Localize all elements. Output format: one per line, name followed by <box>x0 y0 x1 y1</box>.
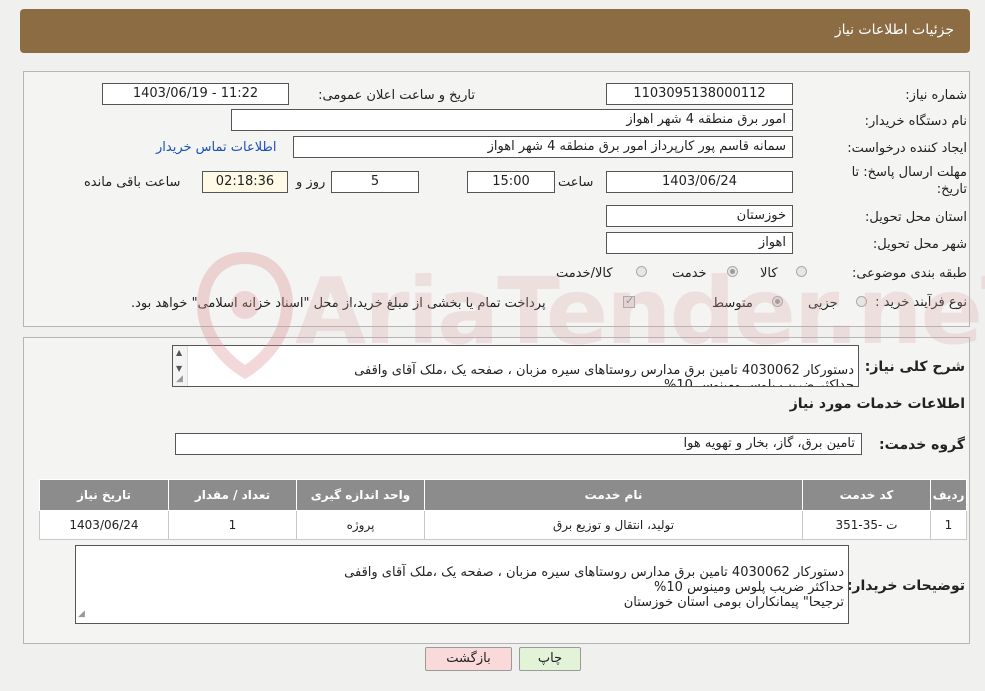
deadline-label-line2: تاریخ: <box>936 182 967 197</box>
page-title: جزئیات اطلاعات نیاز <box>834 22 954 38</box>
print-button[interactable]: چاپ <box>519 647 581 671</box>
buyer-contact-link[interactable]: اطلاعات تماس خریدار <box>156 140 276 155</box>
cell-unit: پروژه <box>296 510 425 540</box>
scroll-down-icon[interactable]: ▼ <box>176 364 182 373</box>
announce-date-field: 1403/06/19 - 11:22 <box>102 83 289 105</box>
service-group-label: گروه خدمت: <box>879 437 965 453</box>
creator-label: ایجاد کننده درخواست: <box>847 141 967 156</box>
city-label: شهر محل تحویل: <box>872 237 967 252</box>
category-option-goods: کالا <box>760 266 778 281</box>
buyer-org-field: امور برق منطقه 4 شهر اهواز <box>231 109 793 131</box>
resize-grip-icon[interactable]: ◢ <box>176 374 183 384</box>
col-header-unit: واحد اندازه گیری <box>296 479 425 511</box>
cell-service-name: تولید، انتقال و توزیع برق <box>424 510 803 540</box>
need-number-label: شماره نیاز: <box>905 88 967 103</box>
cell-need-date: 1403/06/24 <box>39 510 169 540</box>
page-header: جزئیات اطلاعات نیاز <box>20 9 970 53</box>
creator-field: سمانه قاسم پور کارپرداز امور برق منطقه 4… <box>293 136 793 158</box>
col-header-need-date: تاریخ نیاز <box>39 479 169 511</box>
cell-row-number: 1 <box>930 510 967 540</box>
buyer-notes-text: دستورکار 4030062 تامین برق مدارس روستاها… <box>344 565 844 610</box>
service-group-field: تامین برق، گاز، بخار و تهویه هوا <box>175 433 862 455</box>
deadline-date-field: 1403/06/24 <box>606 171 793 193</box>
col-header-service-code: کد خدمت <box>802 479 931 511</box>
col-header-service-name: نام خدمت <box>424 479 803 511</box>
city-field: اهواز <box>606 232 793 254</box>
category-option-service: خدمت <box>672 266 707 281</box>
deadline-time-field: 15:00 <box>467 171 555 193</box>
process-radio-medium[interactable] <box>772 296 783 307</box>
process-option-medium: متوسط <box>712 296 753 311</box>
category-radio-service[interactable] <box>727 266 738 277</box>
table-header-row: ردیف کد خدمت نام خدمت واحد اندازه گیری ت… <box>39 479 967 511</box>
announce-date-label: تاریخ و ساعت اعلان عمومی: <box>318 88 475 103</box>
cell-service-code: ت -35-351 <box>802 510 931 540</box>
category-radio-goods[interactable] <box>796 266 807 277</box>
category-label: طبقه بندی موضوعی: <box>851 266 967 281</box>
province-label: استان محل تحویل: <box>865 210 967 225</box>
description-scrollbar[interactable]: ▲ ▼ ◢ <box>173 346 188 386</box>
days-field: 5 <box>331 171 419 193</box>
buyer-notes-textarea[interactable]: دستورکار 4030062 تامین برق مدارس روستاها… <box>75 545 849 624</box>
process-radio-minor[interactable] <box>856 296 867 307</box>
buyer-org-label: نام دستگاه خریدار: <box>864 114 967 129</box>
payment-note: پرداخت تمام یا بخشی از مبلغ خرید،از محل … <box>131 296 546 311</box>
cell-quantity: 1 <box>168 510 297 540</box>
deadline-label-line1: مهلت ارسال پاسخ: تا <box>851 165 967 180</box>
table-row: 1 ت -35-351 تولید، انتقال و توزیع برق پر… <box>39 510 967 540</box>
payment-checkbox[interactable] <box>623 294 635 308</box>
description-textarea[interactable]: دستورکار 4030062 تامین برق مدارس روستاها… <box>172 345 859 387</box>
province-field: خوزستان <box>606 205 793 227</box>
description-label: شرح کلی نیاز: <box>864 359 965 375</box>
category-radio-goods-service[interactable] <box>636 266 647 277</box>
back-button[interactable]: بازگشت <box>425 647 512 671</box>
col-header-quantity: تعداد / مقدار <box>168 479 297 511</box>
process-label: نوع فرآیند خرید : <box>875 295 967 310</box>
process-option-minor: جزیی <box>808 296 838 311</box>
services-table: ردیف کد خدمت نام خدمت واحد اندازه گیری ت… <box>39 479 967 540</box>
deadline-time-label: ساعت <box>558 175 594 190</box>
services-section-title: اطلاعات خدمات مورد نیاز <box>789 396 965 412</box>
remaining-label: ساعت باقی مانده <box>84 175 181 190</box>
days-label: روز و <box>296 175 326 190</box>
notes-resize-grip-icon[interactable]: ◢ <box>78 609 85 619</box>
scroll-up-icon[interactable]: ▲ <box>176 348 182 357</box>
buyer-notes-label: توضیحات خریدار: <box>846 578 965 594</box>
description-text: دستورکار 4030062 تامین برق مدارس روستاها… <box>354 363 854 387</box>
category-option-goods-service: کالا/خدمت <box>556 266 613 281</box>
need-number-field: 1103095138000112 <box>606 83 793 105</box>
remaining-time-field: 02:18:36 <box>202 171 288 193</box>
col-header-row-number: ردیف <box>930 479 967 511</box>
